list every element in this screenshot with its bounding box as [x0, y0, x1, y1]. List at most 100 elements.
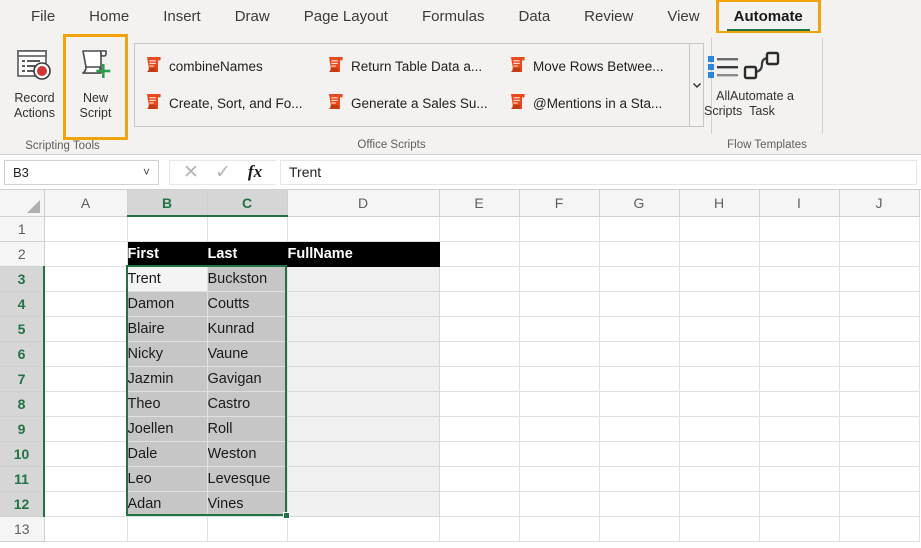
ribbon-tab-page-layout[interactable]: Page Layout: [287, 0, 405, 33]
cell-H11[interactable]: [679, 466, 760, 492]
cell-E9[interactable]: [439, 416, 520, 442]
cell-J5[interactable]: [839, 316, 920, 342]
cell-G5[interactable]: [599, 316, 680, 342]
cell-F11[interactable]: [519, 466, 600, 492]
cell-I1[interactable]: [759, 216, 840, 242]
cell-I4[interactable]: [759, 291, 840, 317]
cell-D11[interactable]: [287, 466, 440, 492]
cell-G3[interactable]: [599, 266, 680, 292]
cell-E5[interactable]: [439, 316, 520, 342]
cell-J2[interactable]: [839, 241, 920, 267]
column-header-f[interactable]: F: [519, 190, 600, 217]
cell-G13[interactable]: [599, 516, 680, 542]
cell-C4[interactable]: Coutts: [207, 291, 288, 317]
cell-A6[interactable]: [44, 341, 128, 367]
cell-C11[interactable]: Levesque: [207, 466, 288, 492]
cell-C2[interactable]: Last: [207, 241, 288, 267]
cell-D2[interactable]: FullName: [287, 241, 440, 267]
cell-B11[interactable]: Leo: [127, 466, 208, 492]
cell-D7[interactable]: [287, 366, 440, 392]
cell-I13[interactable]: [759, 516, 840, 542]
cell-I8[interactable]: [759, 391, 840, 417]
cell-F12[interactable]: [519, 491, 600, 517]
cell-A13[interactable]: [44, 516, 128, 542]
cell-H3[interactable]: [679, 266, 760, 292]
cell-J9[interactable]: [839, 416, 920, 442]
office-script-item[interactable]: combineNames: [141, 53, 323, 81]
cell-E3[interactable]: [439, 266, 520, 292]
cell-D3[interactable]: [287, 266, 440, 292]
cell-H8[interactable]: [679, 391, 760, 417]
insert-function-icon[interactable]: fx: [240, 161, 270, 184]
cell-E6[interactable]: [439, 341, 520, 367]
cell-H9[interactable]: [679, 416, 760, 442]
cell-E11[interactable]: [439, 466, 520, 492]
cell-C6[interactable]: Vaune: [207, 341, 288, 367]
cell-C10[interactable]: Weston: [207, 441, 288, 467]
cell-B12[interactable]: Adan: [127, 491, 208, 517]
row-header-12[interactable]: 12: [0, 491, 45, 517]
cell-C12[interactable]: Vines: [207, 491, 288, 517]
cell-I5[interactable]: [759, 316, 840, 342]
cell-F13[interactable]: [519, 516, 600, 542]
cell-I12[interactable]: [759, 491, 840, 517]
column-header-e[interactable]: E: [439, 190, 520, 217]
cell-C5[interactable]: Kunrad: [207, 316, 288, 342]
cell-G2[interactable]: [599, 241, 680, 267]
name-box[interactable]: B3 ˅: [4, 159, 159, 185]
cell-H10[interactable]: [679, 441, 760, 467]
cell-B13[interactable]: [127, 516, 208, 542]
cell-A1[interactable]: [44, 216, 128, 242]
cell-B1[interactable]: [127, 216, 208, 242]
row-header-10[interactable]: 10: [0, 441, 45, 467]
ribbon-tab-insert[interactable]: Insert: [146, 0, 218, 33]
cell-J10[interactable]: [839, 441, 920, 467]
cell-C3[interactable]: Buckston: [207, 266, 288, 292]
office-script-item[interactable]: Generate a Sales Su...: [323, 90, 505, 118]
column-header-c[interactable]: C: [207, 190, 288, 217]
ribbon-tab-view[interactable]: View: [650, 0, 716, 33]
cell-H6[interactable]: [679, 341, 760, 367]
cell-G8[interactable]: [599, 391, 680, 417]
ribbon-tab-home[interactable]: Home: [72, 0, 146, 33]
cell-H13[interactable]: [679, 516, 760, 542]
cell-H2[interactable]: [679, 241, 760, 267]
cell-J1[interactable]: [839, 216, 920, 242]
cell-F10[interactable]: [519, 441, 600, 467]
cell-I7[interactable]: [759, 366, 840, 392]
column-header-b[interactable]: B: [127, 190, 208, 217]
row-header-4[interactable]: 4: [0, 291, 45, 317]
cell-I10[interactable]: [759, 441, 840, 467]
cell-I2[interactable]: [759, 241, 840, 267]
cell-A5[interactable]: [44, 316, 128, 342]
cell-B2[interactable]: First: [127, 241, 208, 267]
cell-G4[interactable]: [599, 291, 680, 317]
cell-C8[interactable]: Castro: [207, 391, 288, 417]
chevron-down-icon[interactable]: ˅: [143, 165, 150, 179]
cell-D10[interactable]: [287, 441, 440, 467]
cancel-icon[interactable]: ✕: [176, 161, 206, 184]
cell-H7[interactable]: [679, 366, 760, 392]
ribbon-tab-review[interactable]: Review: [567, 0, 650, 33]
cell-D8[interactable]: [287, 391, 440, 417]
cell-F4[interactable]: [519, 291, 600, 317]
office-script-item[interactable]: Move Rows Betwee...: [505, 53, 687, 81]
cell-A10[interactable]: [44, 441, 128, 467]
column-header-h[interactable]: H: [679, 190, 760, 217]
cell-G1[interactable]: [599, 216, 680, 242]
cell-F9[interactable]: [519, 416, 600, 442]
cell-E10[interactable]: [439, 441, 520, 467]
row-header-2[interactable]: 2: [0, 241, 45, 267]
cell-B6[interactable]: Nicky: [127, 341, 208, 367]
cell-G12[interactable]: [599, 491, 680, 517]
cell-J7[interactable]: [839, 366, 920, 392]
cell-D12[interactable]: [287, 491, 440, 517]
row-header-11[interactable]: 11: [0, 466, 45, 492]
cell-D9[interactable]: [287, 416, 440, 442]
cell-J11[interactable]: [839, 466, 920, 492]
cell-F3[interactable]: [519, 266, 600, 292]
row-header-3[interactable]: 3: [0, 266, 45, 292]
cell-C1[interactable]: [207, 216, 288, 242]
office-script-item[interactable]: Create, Sort, and Fo...: [141, 90, 323, 118]
cell-H1[interactable]: [679, 216, 760, 242]
